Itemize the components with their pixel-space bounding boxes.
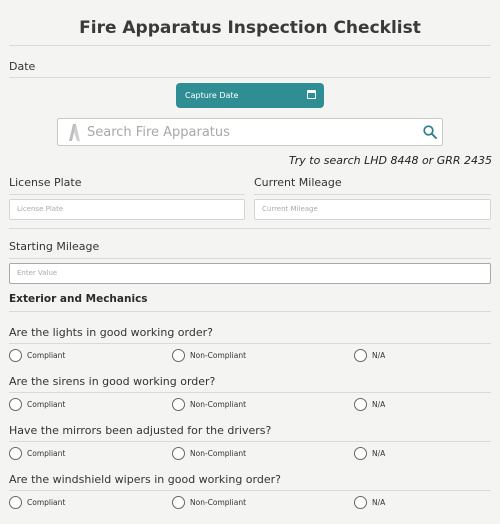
section-title: Exterior and Mechanics [9,293,148,305]
radio-compliant[interactable]: Compliant [9,496,65,509]
license-plate-input[interactable]: License Plate [9,199,245,220]
divider [9,194,245,195]
radio-non-compliant[interactable]: Non-Compliant [172,349,246,362]
radio-na[interactable]: N/A [354,496,385,509]
option-label: Compliant [27,449,66,458]
option-label: N/A [372,498,386,507]
option-label: N/A [372,351,386,360]
divider [9,228,491,229]
radio-circle[interactable] [9,349,22,362]
radio-circle[interactable] [354,447,367,460]
radio-na[interactable]: N/A [354,398,385,411]
license-plate-label: License Plate [9,176,82,189]
radio-na[interactable]: N/A [354,447,385,460]
question-text: Are the windshield wipers in good workin… [9,473,281,486]
radio-non-compliant[interactable]: Non-Compliant [172,496,246,509]
option-label: Compliant [27,498,66,507]
divider [9,77,491,78]
radio-non-compliant[interactable]: Non-Compliant [172,398,246,411]
radio-circle[interactable] [9,447,22,460]
question-text: Are the sirens in good working order? [9,375,216,388]
starting-mileage-label: Starting Mileage [9,240,100,253]
date-label: Date [9,60,36,73]
search-placeholder: Search Fire Apparatus [87,125,230,140]
divider [254,194,491,195]
divider [9,343,491,344]
option-label: N/A [372,400,386,409]
option-label: N/A [372,449,386,458]
radio-circle[interactable] [172,349,185,362]
search-hint: Try to search LHD 8448 or GRR 2435 [288,154,492,167]
apparatus-logo-icon [69,124,80,141]
option-label: Non-Compliant [190,400,247,409]
divider [9,311,491,312]
radio-circle[interactable] [172,398,185,411]
radio-circle[interactable] [9,398,22,411]
radio-circle[interactable] [354,496,367,509]
option-label: Non-Compliant [190,351,247,360]
capture-date-label: Capture Date [185,91,239,100]
radio-circle[interactable] [172,496,185,509]
starting-mileage-input[interactable]: Enter Value [9,263,491,284]
capture-date-button[interactable]: Capture Date [176,83,324,108]
option-label: Compliant [27,400,66,409]
radio-circle[interactable] [172,447,185,460]
current-mileage-input[interactable]: Current Mileage [254,199,491,220]
radio-circle[interactable] [354,398,367,411]
divider [9,258,491,259]
divider [9,392,491,393]
search-icon[interactable] [423,125,437,139]
search-apparatus-field[interactable]: Search Fire Apparatus [57,118,443,146]
question-text: Have the mirrors been adjusted for the d… [9,424,272,437]
current-mileage-label: Current Mileage [254,176,342,189]
page-title: Fire Apparatus Inspection Checklist [79,18,421,38]
option-label: Compliant [27,351,66,360]
option-label: Non-Compliant [190,498,247,507]
radio-circle[interactable] [354,349,367,362]
radio-compliant[interactable]: Compliant [9,447,65,460]
divider [9,45,491,46]
radio-non-compliant[interactable]: Non-Compliant [172,447,246,460]
radio-circle[interactable] [9,496,22,509]
radio-na[interactable]: N/A [354,349,385,362]
calendar-icon [307,90,316,99]
divider [9,490,491,491]
divider [9,441,491,442]
question-text: Are the lights in good working order? [9,326,213,339]
radio-compliant[interactable]: Compliant [9,349,65,362]
radio-compliant[interactable]: Compliant [9,398,65,411]
option-label: Non-Compliant [190,449,247,458]
